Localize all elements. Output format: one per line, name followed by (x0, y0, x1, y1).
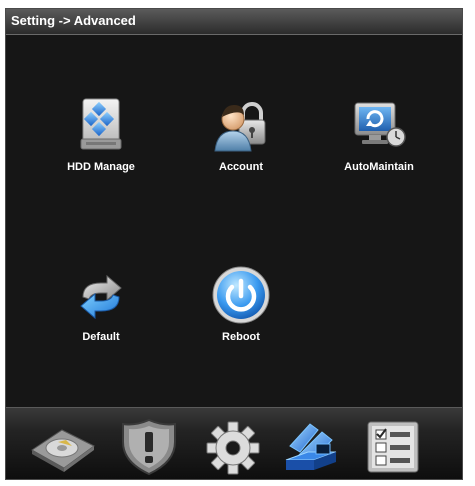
gear-nav-button[interactable] (198, 416, 268, 476)
advanced-menu-grid: HDD Manage Account AutoMaintain Default … (6, 35, 462, 407)
default-icon (80, 274, 122, 320)
advanced-settings-window: Setting -> Advanced HDD Manage Account A… (5, 8, 463, 480)
account-button[interactable]: Account (186, 93, 296, 173)
shield-alert-nav-button[interactable] (114, 416, 184, 476)
window-title: Setting -> Advanced (11, 13, 136, 28)
gear-icon (206, 421, 260, 475)
bottom-navigation-bar (6, 407, 462, 479)
automaintain-label: AutoMaintain (344, 161, 414, 173)
checklist-icon (367, 421, 419, 473)
shield-alert-icon (122, 418, 176, 476)
automaintain-icon (354, 102, 406, 147)
reboot-icon (212, 266, 270, 324)
reboot-button[interactable]: Reboot (186, 263, 296, 343)
disk-icon (31, 429, 95, 472)
default-button[interactable]: Default (46, 263, 156, 343)
hdd-manage-button[interactable]: HDD Manage (46, 93, 156, 173)
hdd-manage-label: HDD Manage (67, 161, 135, 173)
hdd-manage-icon (80, 98, 122, 150)
disk-nav-button[interactable] (28, 416, 98, 476)
advanced-icon (285, 423, 337, 470)
reboot-label: Reboot (222, 331, 260, 343)
advanced-nav-button[interactable] (278, 416, 348, 476)
title-bar: Setting -> Advanced (6, 9, 462, 35)
default-label: Default (82, 331, 120, 343)
automaintain-button[interactable]: AutoMaintain (324, 93, 434, 173)
account-label: Account (219, 161, 263, 173)
checklist-nav-button[interactable] (358, 416, 428, 476)
account-icon (214, 102, 266, 152)
